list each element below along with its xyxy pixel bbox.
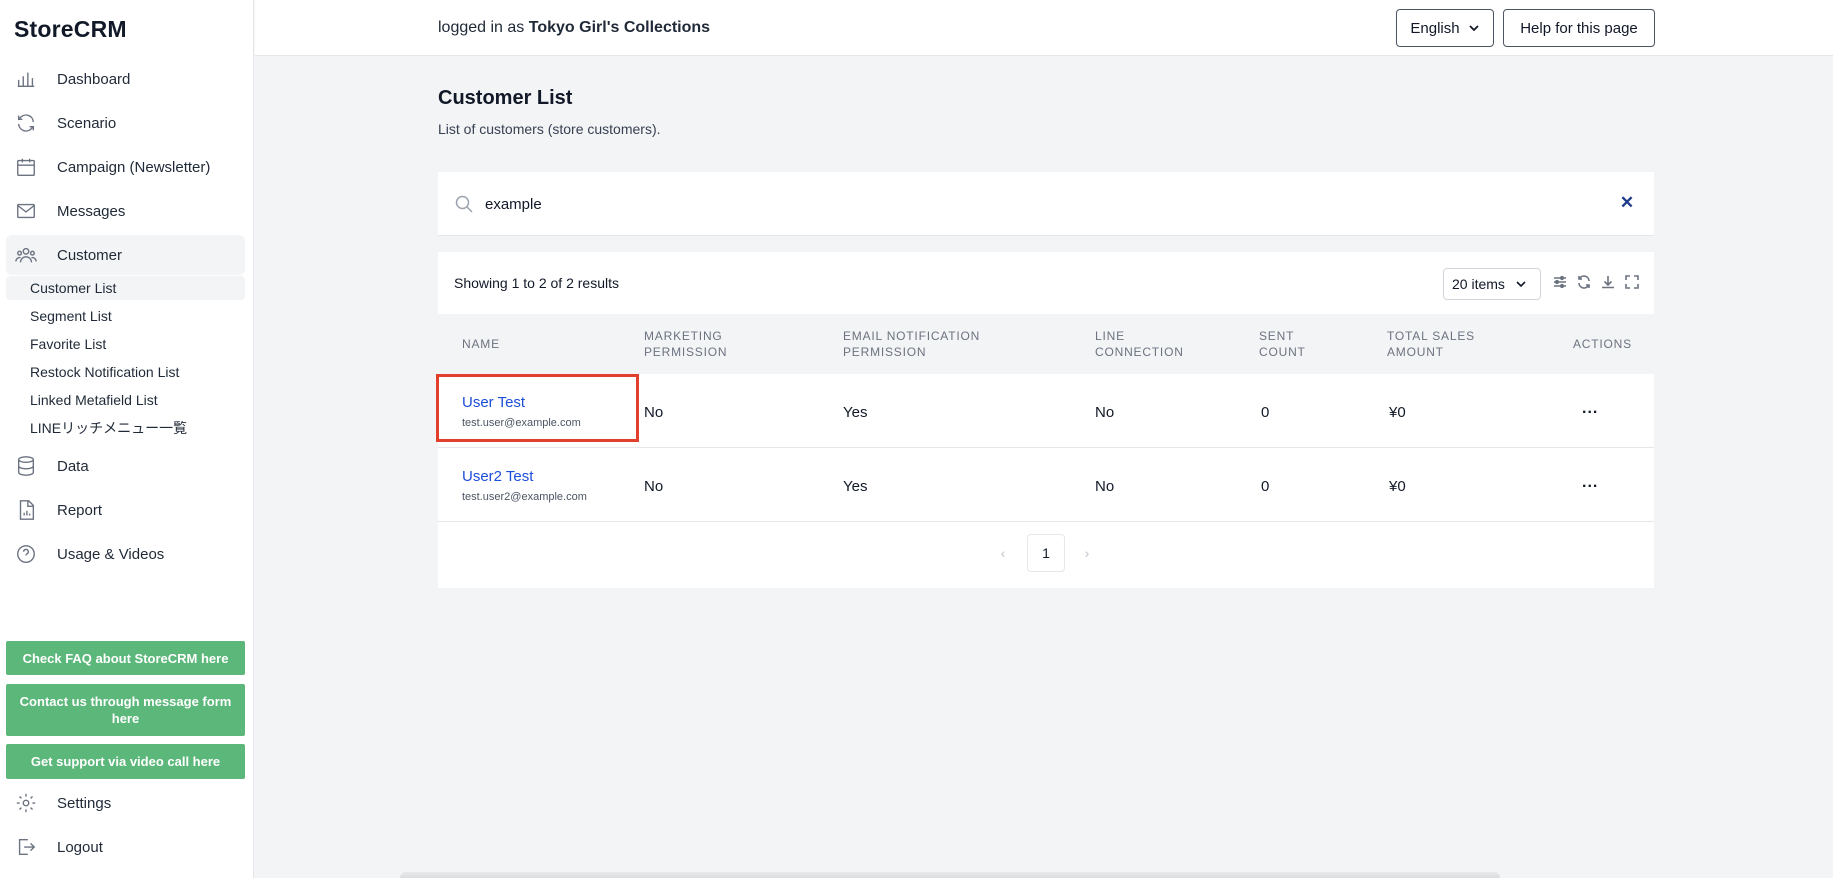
column-header-email-notification-permission: EMAIL NOTIFICATION PERMISSION xyxy=(843,329,981,359)
page-title: Customer List xyxy=(438,87,573,109)
subnav-segment-list[interactable]: Segment List xyxy=(6,304,245,328)
line-connection-value: No xyxy=(1095,478,1115,495)
results-summary: Showing 1 to 2 of 2 results xyxy=(454,275,619,291)
customer-name-link[interactable]: User2 Test xyxy=(462,468,533,485)
email-notification-value: Yes xyxy=(843,478,868,495)
nav-report[interactable]: Report xyxy=(6,490,245,530)
nav-data-label: Data xyxy=(57,457,89,475)
nav-messages[interactable]: Messages xyxy=(6,191,245,231)
nav-report-label: Report xyxy=(57,501,103,519)
line-connection-value: No xyxy=(1095,404,1115,421)
column-header-line-connection: LINE CONNECTION xyxy=(1095,329,1184,359)
nav-usage-videos-label: Usage & Videos xyxy=(57,545,165,563)
nav-scenario-label: Scenario xyxy=(57,114,117,132)
nav-campaign[interactable]: Campaign (Newsletter) xyxy=(6,147,245,187)
customer-name-link[interactable]: User Test xyxy=(462,394,525,411)
row-actions-menu[interactable]: ... xyxy=(1582,474,1598,492)
chevron-down-icon xyxy=(1468,25,1479,32)
gear-icon xyxy=(15,792,37,814)
store-name: Tokyo Girl's Collections xyxy=(528,19,711,36)
envelope-icon xyxy=(15,200,37,222)
nav-logout[interactable]: Logout xyxy=(6,827,245,867)
nav-customer[interactable]: Customer xyxy=(6,235,245,275)
chart-bar-icon xyxy=(15,68,37,90)
logged-in-prefix: logged in as xyxy=(438,19,525,36)
refresh-icon xyxy=(15,112,37,134)
fullscreen-icon[interactable] xyxy=(1624,274,1640,290)
calendar-icon xyxy=(15,156,37,178)
row-actions-menu[interactable]: ... xyxy=(1582,400,1598,418)
chevron-down-icon xyxy=(1516,281,1526,288)
document-chart-icon xyxy=(15,499,37,521)
database-icon xyxy=(15,455,37,477)
language-select[interactable]: English xyxy=(1396,9,1494,47)
email-notification-value: Yes xyxy=(843,404,868,421)
search-icon xyxy=(454,194,474,214)
top-bar: logged in as Tokyo Girl's Collections En… xyxy=(255,0,1833,56)
pagination-prev-icon[interactable]: ‹ xyxy=(995,545,1011,561)
page-subtitle: List of customers (store customers). xyxy=(438,121,661,137)
nav-settings-label: Settings xyxy=(57,794,112,812)
search-input[interactable] xyxy=(485,192,1585,216)
nav-customer-label: Customer xyxy=(57,246,123,264)
customer-email: test.user2@example.com xyxy=(462,491,587,503)
sent-count-value: 0 xyxy=(1261,404,1270,421)
marketing-permission-value: No xyxy=(644,478,664,495)
clear-search-icon[interactable]: ✕ xyxy=(1618,193,1636,212)
nav-messages-label: Messages xyxy=(57,202,126,220)
total-sales-value: ¥0 xyxy=(1389,404,1406,421)
nav-campaign-label: Campaign (Newsletter) xyxy=(57,158,211,176)
table-row: User Test test.user@example.com No Yes N… xyxy=(438,374,1654,448)
nav-logout-label: Logout xyxy=(57,838,103,856)
column-header-name: NAME xyxy=(462,337,500,351)
question-circle-icon xyxy=(15,543,37,565)
table-row: User2 Test test.user2@example.com No Yes… xyxy=(438,448,1654,522)
users-icon xyxy=(15,244,37,266)
column-header-total-sales-amount: TOTAL SALES AMOUNT xyxy=(1387,329,1475,359)
column-header-actions: ACTIONS xyxy=(1573,337,1632,351)
column-header-sent-count: SENT COUNT xyxy=(1259,329,1306,359)
video-call-support-button[interactable]: Get support via video call here xyxy=(6,744,245,779)
app-logo[interactable]: StoreCRM xyxy=(14,16,127,43)
subnav-linked-metafield-list[interactable]: Linked Metafield List xyxy=(6,388,245,412)
marketing-permission-value: No xyxy=(644,404,664,421)
logout-icon xyxy=(15,836,37,858)
sidebar: StoreCRM Dashboard Scenario Campaign (Ne… xyxy=(0,0,254,878)
faq-button[interactable]: Check FAQ about StoreCRM here xyxy=(6,641,245,675)
pagination-page[interactable]: 1 xyxy=(1027,534,1065,572)
subnav-customer-list[interactable]: Customer List xyxy=(6,276,245,300)
nav-dashboard[interactable]: Dashboard xyxy=(6,59,245,99)
search-bar: ✕ xyxy=(438,172,1654,236)
nav-dashboard-label: Dashboard xyxy=(57,70,131,88)
table-header: NAME MARKETING PERMISSION EMAIL NOTIFICA… xyxy=(438,314,1654,374)
nav-settings[interactable]: Settings xyxy=(6,783,245,823)
items-per-page-label: 20 items xyxy=(1452,276,1505,292)
items-per-page-select[interactable]: 20 items xyxy=(1443,268,1541,300)
customer-table-card: Showing 1 to 2 of 2 results 20 items NAM… xyxy=(438,252,1654,588)
nav-scenario[interactable]: Scenario xyxy=(6,103,245,143)
download-icon[interactable] xyxy=(1600,274,1616,290)
nav-usage-videos[interactable]: Usage & Videos xyxy=(6,534,245,574)
reload-icon[interactable] xyxy=(1576,274,1592,290)
help-button[interactable]: Help for this page xyxy=(1503,9,1655,47)
logged-in-info: logged in as Tokyo Girl's Collections xyxy=(438,19,710,37)
nav-data[interactable]: Data xyxy=(6,446,245,486)
pagination-next-icon[interactable]: › xyxy=(1079,545,1095,561)
sent-count-value: 0 xyxy=(1261,478,1270,495)
contact-form-button[interactable]: Contact us through message form here xyxy=(6,684,245,736)
total-sales-value: ¥0 xyxy=(1389,478,1406,495)
column-settings-icon[interactable] xyxy=(1552,274,1568,290)
column-header-marketing-permission: MARKETING PERMISSION xyxy=(644,329,728,359)
customer-email: test.user@example.com xyxy=(462,417,581,429)
subnav-restock-notification-list[interactable]: Restock Notification List xyxy=(6,360,245,384)
subnav-favorite-list[interactable]: Favorite List xyxy=(6,332,245,356)
bottom-shadow xyxy=(400,872,1500,878)
language-label: English xyxy=(1410,19,1460,37)
subnav-line-rich-menu-list[interactable]: LINEリッチメニュー一覧 xyxy=(6,416,245,440)
